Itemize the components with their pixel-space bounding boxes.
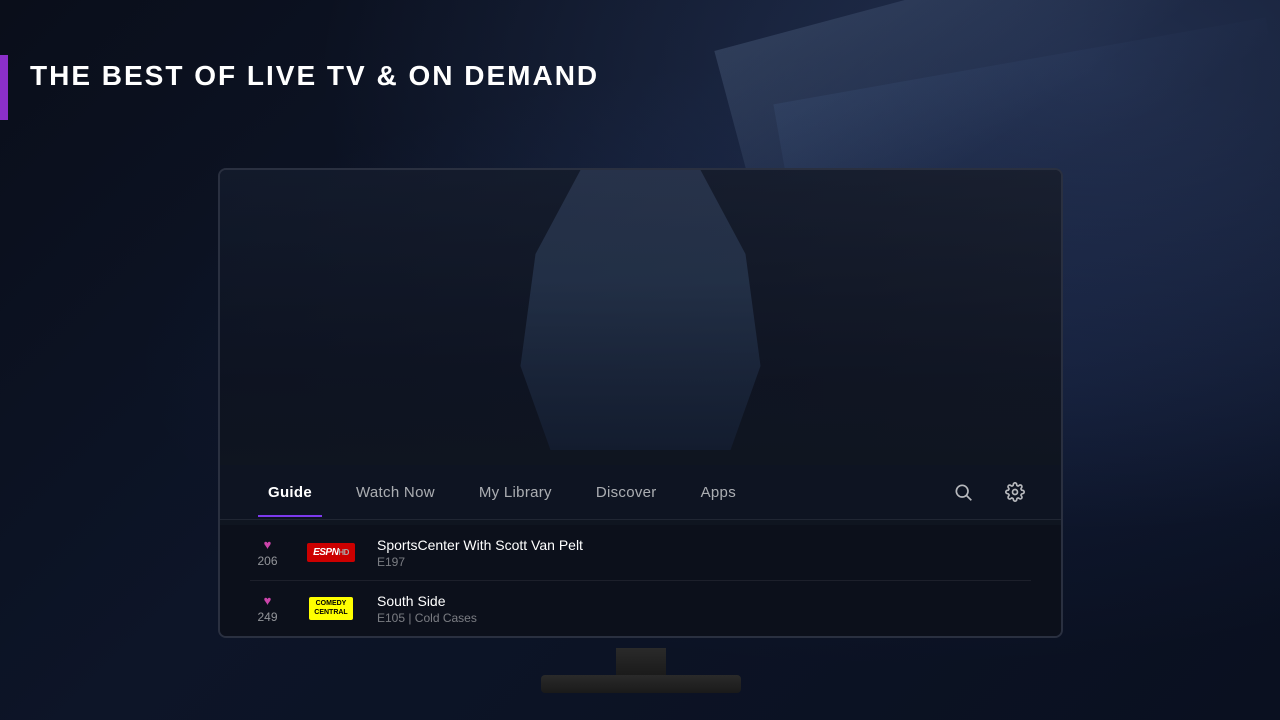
channel-number: 206 xyxy=(257,554,277,568)
channel-row[interactable]: ♥ 249 COMEDYCENTRAL South Side E105 | Co… xyxy=(250,581,1031,637)
tab-apps[interactable]: Apps xyxy=(683,476,754,509)
channel-1-subtitle: E105 | Cold Cases xyxy=(377,611,1031,625)
channel-1-title: South Side xyxy=(377,593,1031,609)
tab-discover[interactable]: Discover xyxy=(578,476,675,509)
channel-number: 249 xyxy=(257,610,277,624)
nav-bar: Guide Watch Now My Library Discover Apps xyxy=(220,465,1061,520)
channel-0-info: SportsCenter With Scott Van Pelt E197 xyxy=(377,537,1031,569)
comedy-central-logo: COMEDYCENTRAL xyxy=(301,593,361,625)
channel-249-info: ♥ 249 xyxy=(250,593,285,624)
heart-icon: ♥ xyxy=(264,593,272,608)
tv-stand-base xyxy=(541,675,741,693)
page-title: THE BEST OF LIVE TV & ON DEMAND xyxy=(30,60,599,92)
tab-guide[interactable]: Guide xyxy=(250,476,330,509)
channel-206-info: ♥ 206 xyxy=(250,537,285,568)
heart-icon: ♥ xyxy=(264,537,272,552)
channel-row[interactable]: ♥ 299 nickelodeon SpongeBob SquarePants … xyxy=(250,637,1031,638)
search-icon xyxy=(953,482,973,502)
nav-tabs: Guide Watch Now My Library Discover Apps xyxy=(250,476,947,509)
channel-list: ♥ 206 ESPNHD SportsCenter With Scott Van… xyxy=(220,525,1061,636)
hero-character xyxy=(491,170,791,450)
nav-icons xyxy=(947,476,1031,508)
search-button[interactable] xyxy=(947,476,979,508)
gear-icon xyxy=(1005,482,1025,502)
hero-image xyxy=(220,170,1061,470)
channel-1-info: South Side E105 | Cold Cases xyxy=(377,593,1031,625)
left-accent-bar xyxy=(0,55,8,120)
channel-0-title: SportsCenter With Scott Van Pelt xyxy=(377,537,1031,553)
tab-watch-now[interactable]: Watch Now xyxy=(338,476,453,509)
tab-my-library[interactable]: My Library xyxy=(461,476,570,509)
channel-0-subtitle: E197 xyxy=(377,555,1031,569)
tv-container: Guide Watch Now My Library Discover Apps xyxy=(218,168,1063,698)
tv-screen: Guide Watch Now My Library Discover Apps xyxy=(218,168,1063,638)
settings-button[interactable] xyxy=(999,476,1031,508)
channel-row[interactable]: ♥ 206 ESPNHD SportsCenter With Scott Van… xyxy=(250,525,1031,581)
tv-stand-neck xyxy=(616,648,666,676)
espn-logo: ESPNHD xyxy=(301,537,361,569)
